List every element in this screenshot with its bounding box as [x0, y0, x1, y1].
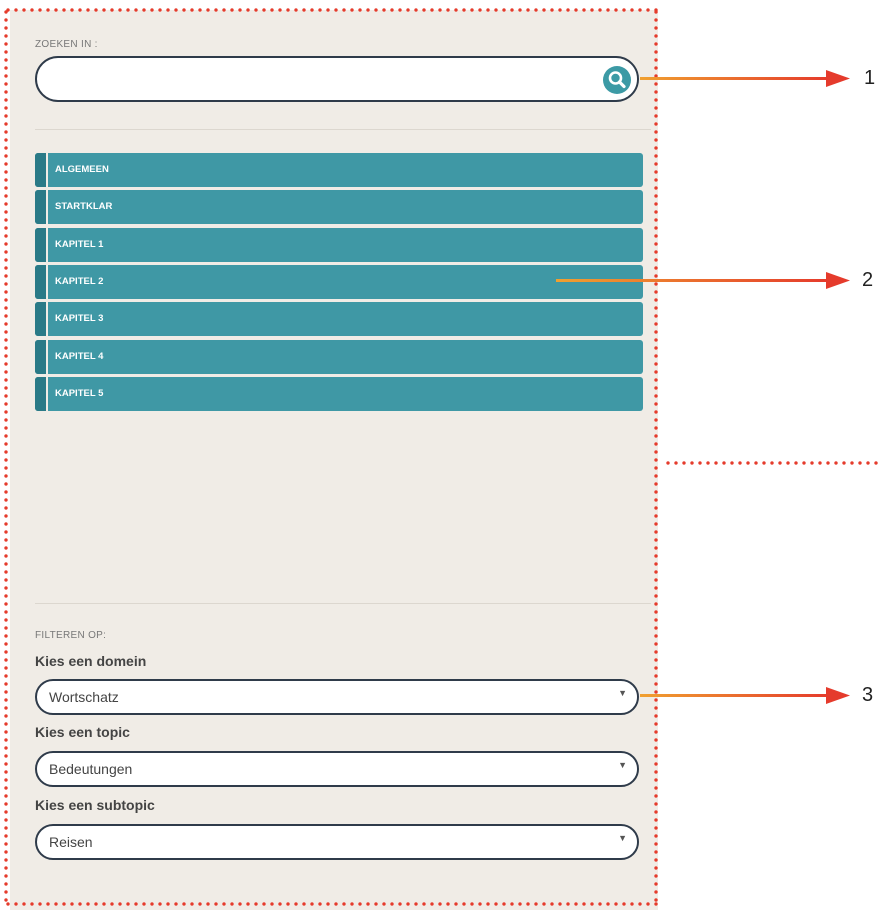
dotted-border-right [654, 8, 658, 906]
dotted-border-left [4, 8, 8, 906]
nav-item-startklar[interactable]: STARTKLAR [35, 190, 643, 224]
nav-item-kapitel-5[interactable]: KAPITEL 5 [35, 377, 643, 411]
callout-number-2: 2 [862, 269, 874, 291]
filter-label: FILTEREN OP: [35, 630, 107, 641]
search-button[interactable] [603, 66, 631, 94]
topic-title: Kies een topic [35, 724, 130, 740]
subtopic-select-value: Reisen [49, 834, 93, 850]
divider [35, 129, 651, 130]
topic-select[interactable]: Bedeutungen ▼ [35, 751, 639, 787]
callout-number-3: 3 [862, 684, 874, 706]
nav-item-label: KAPITEL 3 [55, 313, 104, 324]
caret-down-icon: ▼ [618, 760, 627, 770]
nav-item-label: KAPITEL 1 [55, 239, 104, 250]
dotted-border-top [4, 8, 660, 12]
nav-item-label: KAPITEL 2 [55, 276, 104, 287]
nav-item-label: KAPITEL 4 [55, 351, 104, 362]
dotted-divider-right [664, 461, 880, 465]
topic-select-value: Bedeutungen [49, 761, 133, 777]
search-field[interactable] [35, 56, 639, 102]
nav-item-label: STARTKLAR [55, 201, 113, 212]
nav-item-algemeen[interactable]: ALGEMEEN [35, 153, 643, 187]
callout-arrow-3 [640, 687, 850, 704]
domain-title: Kies een domein [35, 653, 147, 669]
domain-select-value: Wortschatz [49, 689, 119, 705]
magnifier-icon [608, 71, 626, 89]
nav-item-kapitel-4[interactable]: KAPITEL 4 [35, 340, 643, 374]
dotted-border-bottom [4, 902, 660, 906]
callout-arrow-1 [640, 70, 850, 87]
subtopic-select[interactable]: Reisen ▼ [35, 824, 639, 860]
nav-item-label: KAPITEL 5 [55, 388, 104, 399]
domain-select[interactable]: Wortschatz ▼ [35, 679, 639, 715]
search-label: ZOEKEN IN : [35, 39, 98, 50]
nav-item-label: ALGEMEEN [55, 164, 109, 175]
caret-down-icon: ▼ [618, 833, 627, 843]
caret-down-icon: ▼ [618, 688, 627, 698]
subtopic-title: Kies een subtopic [35, 797, 155, 813]
divider [35, 603, 651, 604]
nav-item-kapitel-1[interactable]: KAPITEL 1 [35, 228, 643, 262]
callout-number-1: 1 [864, 67, 876, 89]
search-input[interactable] [59, 68, 603, 92]
nav-item-kapitel-3[interactable]: KAPITEL 3 [35, 302, 643, 336]
nav-item-kapitel-2[interactable]: KAPITEL 2 [35, 265, 643, 299]
